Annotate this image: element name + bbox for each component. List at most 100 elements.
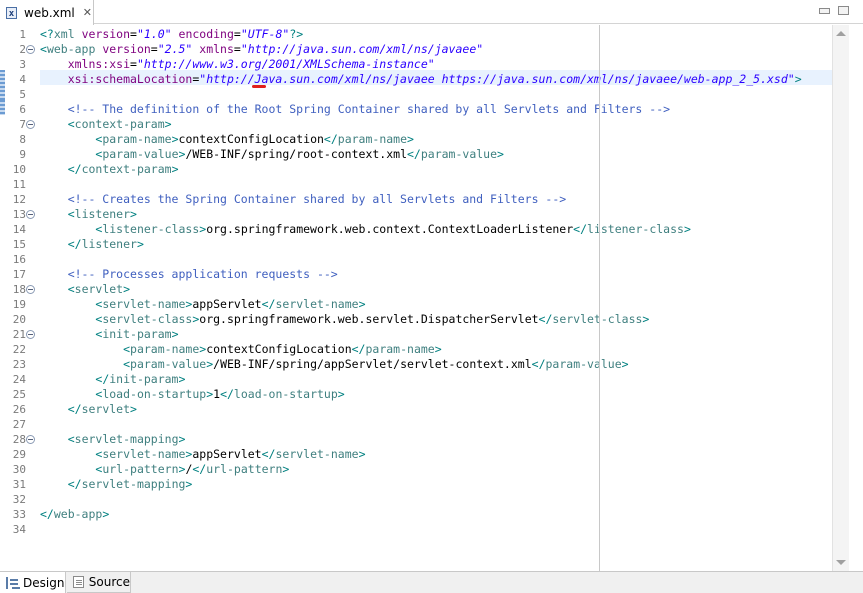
fold-toggle-icon[interactable] [26, 45, 35, 54]
code-line[interactable]: <?xml version="1.0" encoding="UTF-8"?> [40, 27, 303, 42]
code-line[interactable]: <param-value>/WEB-INF/spring/appServlet/… [40, 357, 629, 372]
code-token: > [123, 282, 131, 296]
code-token: > [130, 402, 137, 416]
code-token: org.springframework.web.context.ContextL… [206, 222, 574, 236]
fold-toggle-icon[interactable] [26, 285, 35, 294]
line-number: 17 [12, 268, 26, 281]
code-token: url-pattern [206, 462, 283, 476]
code-line[interactable]: <servlet> [40, 282, 130, 297]
code-line[interactable]: xmlns:xsi="http://www.w3.org/2001/XMLSch… [40, 57, 435, 72]
editor-tab-bar: x web.xml ✕ [0, 0, 863, 25]
code-token: param-name [365, 342, 435, 356]
code-line[interactable]: <url-pattern>/</url-pattern> [40, 462, 289, 477]
code-token: </ [67, 237, 82, 251]
code-line[interactable]: </servlet> [40, 402, 137, 417]
code-area[interactable]: <?xml version="1.0" encoding="UTF-8"?> <w… [40, 25, 832, 571]
code-line[interactable]: <!-- The definition of the Root Spring C… [40, 102, 670, 117]
line-number: 14 [12, 223, 26, 236]
code-token: > [794, 72, 802, 86]
code-line[interactable]: <param-name>contextConfigLocation</param… [40, 132, 414, 147]
line-number: 10 [12, 163, 26, 176]
line-number: 26 [12, 403, 26, 416]
code-token: org.springframework.web.servlet.Dispatch… [199, 312, 539, 326]
code-line[interactable]: <!-- Processes application requests --> [40, 267, 338, 282]
code-line[interactable]: <context-param> [40, 117, 172, 132]
tab-design[interactable]: Design [0, 572, 66, 593]
code-line[interactable]: </servlet-mapping> [40, 477, 193, 492]
code-line[interactable]: <listener-class>org.springframework.web.… [40, 222, 691, 237]
tab-source[interactable]: Source [67, 572, 131, 593]
code-token: </ [67, 162, 82, 176]
code-token: servlet-mapping [74, 432, 179, 446]
code-line[interactable]: <servlet-name>appServlet</servlet-name> [40, 297, 365, 312]
code-token: < [67, 282, 75, 296]
maximize-button[interactable] [838, 6, 849, 15]
code-token: web-app [46, 42, 96, 56]
code-line[interactable]: <listener> [40, 207, 137, 222]
minimize-button[interactable] [819, 8, 830, 14]
code-token: servlet [81, 402, 131, 416]
code-line[interactable]: </listener> [40, 237, 144, 252]
code-token: <!-- Creates the Spring Container shared… [40, 192, 567, 206]
xml-file-icon: x [6, 6, 17, 19]
line-number: 30 [12, 463, 26, 476]
code-token: servlet-mapping [81, 477, 186, 491]
code-line[interactable]: <servlet-name>appServlet</servlet-name> [40, 447, 366, 462]
code-token: "http://www.w3.org/2001/XMLSchema-instan… [136, 57, 435, 71]
vertical-scrollbar[interactable] [832, 25, 849, 571]
code-token: < [67, 207, 75, 221]
code-token: servlet-name [102, 447, 186, 461]
code-token: /WEB-INF/spring/appServlet/servlet-conte… [213, 357, 532, 371]
code-token: servlet-name [102, 297, 186, 311]
scroll-up-icon[interactable] [836, 31, 846, 36]
code-token: > [497, 147, 504, 161]
code-line[interactable]: </web-app> [40, 507, 109, 522]
line-number: 12 [12, 193, 26, 206]
code-line[interactable]: <!-- Creates the Spring Container shared… [40, 192, 567, 207]
code-token: < [67, 432, 75, 446]
fold-toggle-icon[interactable] [26, 330, 35, 339]
code-token: servlet-class [552, 312, 643, 326]
code-line[interactable]: xsi:schemaLocation="http://Java.sun.com/… [40, 72, 802, 87]
code-token: = [150, 42, 158, 56]
code-line[interactable]: <init-param> [40, 327, 178, 342]
line-number: 24 [12, 373, 26, 386]
code-line[interactable]: </init-param> [40, 372, 185, 387]
code-token: > [358, 447, 366, 461]
close-icon[interactable]: ✕ [83, 6, 92, 19]
code-token: param-value [545, 357, 622, 371]
code-line[interactable]: <param-value>/WEB-INF/spring/root-contex… [40, 147, 504, 162]
code-line[interactable]: <web-app version="2.5" xmlns="http://jav… [40, 42, 483, 57]
code-token: > [642, 312, 650, 326]
line-number: 15 [12, 238, 26, 251]
code-token: </ [323, 132, 338, 146]
fold-toggle-icon[interactable] [26, 210, 35, 219]
fold-toggle-icon[interactable] [26, 120, 35, 129]
code-token: > [171, 162, 179, 176]
code-token: init-param [102, 327, 172, 341]
code-token: > [136, 237, 144, 251]
code-token: listener-class [102, 222, 200, 236]
tab-web-xml[interactable]: x web.xml ✕ [0, 0, 94, 25]
code-token: contextConfigLocation [206, 342, 352, 356]
code-token: > [337, 387, 345, 401]
code-token: </ [95, 372, 110, 386]
code-line[interactable]: <servlet-class>org.springframework.web.s… [40, 312, 649, 327]
code-line[interactable]: <servlet-mapping> [40, 432, 186, 447]
code-line[interactable]: <load-on-startup>1</load-on-startup> [40, 387, 345, 402]
code-line[interactable]: <param-name>contextConfigLocation</param… [40, 342, 442, 357]
fold-toggle-icon[interactable] [26, 435, 35, 444]
scroll-down-icon[interactable] [836, 560, 846, 565]
xml-source-editor[interactable]: 1 2 3 4 5 6 7 8 9 10 11 12 13 14 15 16 17 18 19 20 21 22 23 24 2… [0, 25, 863, 571]
code-token: param-value [102, 147, 179, 161]
code-line[interactable]: </context-param> [40, 162, 179, 177]
line-number: 20 [12, 313, 26, 326]
code-token: </ [220, 387, 234, 401]
line-number: 2 [19, 43, 26, 56]
code-token: load-on-startup [102, 387, 207, 401]
